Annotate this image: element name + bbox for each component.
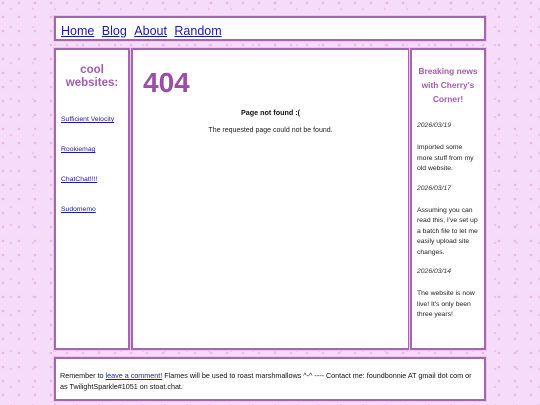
error-code: 404 [143, 67, 190, 98]
news-date: 2026/03/19 [417, 122, 452, 129]
list-item: Sudomemo [61, 198, 124, 216]
news-item: 2026/03/14 The website is now live! It's… [417, 268, 479, 321]
news-item: 2026/03/19 Imported some more stuff from… [417, 122, 479, 175]
cool-websites-sidebar: cool websites: Sufficient Velocity Rooki… [54, 48, 130, 350]
news-item: 2026/03/17 Assuming you can read this, I… [417, 185, 479, 259]
news-date: 2026/03/14 [417, 268, 452, 275]
top-nav: Home Blog About Random [54, 16, 486, 41]
website-list: Sufficient Velocity Rookiemag ChatChat!!… [60, 108, 124, 216]
news-body: The website is now live! It's only been … [417, 290, 475, 318]
nav-random-link[interactable]: Random [174, 24, 221, 38]
nav-home-link[interactable]: Home [61, 24, 94, 38]
list-item: ChatChat!!!! [61, 168, 124, 186]
sudomemo-link[interactable]: Sudomemo [61, 206, 96, 213]
news-body: Assuming you can read this, I've set up … [417, 206, 478, 256]
list-item: Sufficient Velocity [61, 108, 124, 126]
news-date: 2026/03/17 [417, 184, 452, 192]
main-content: 404 Page not found :( The requested page… [131, 48, 410, 350]
news-sidebar: Breaking news with Cherry's Corner! 2026… [410, 48, 486, 350]
footer-text-before: Remember to [60, 371, 106, 380]
sidebar-title: cool websites: [65, 64, 119, 89]
news-title: Breaking news with Cherry's Corner! [418, 66, 478, 104]
rookiemag-link[interactable]: Rookiemag [61, 146, 95, 153]
nav-about-link[interactable]: About [134, 24, 167, 38]
nav-blog-link[interactable]: Blog [102, 24, 127, 38]
error-title: Page not found :( [240, 108, 301, 117]
leave-comment-link[interactable]: leave a comment! [106, 371, 163, 380]
list-item: Rookiemag [61, 138, 124, 156]
error-message: The requested page could not be found. [208, 127, 333, 134]
chatchat-link[interactable]: ChatChat!!!! [61, 176, 97, 183]
footer: Remember to leave a comment! Flames will… [54, 357, 486, 401]
sufficient-velocity-link[interactable]: Sufficient Velocity [61, 116, 114, 123]
news-body: Imported some more stuff from my old web… [417, 144, 474, 172]
